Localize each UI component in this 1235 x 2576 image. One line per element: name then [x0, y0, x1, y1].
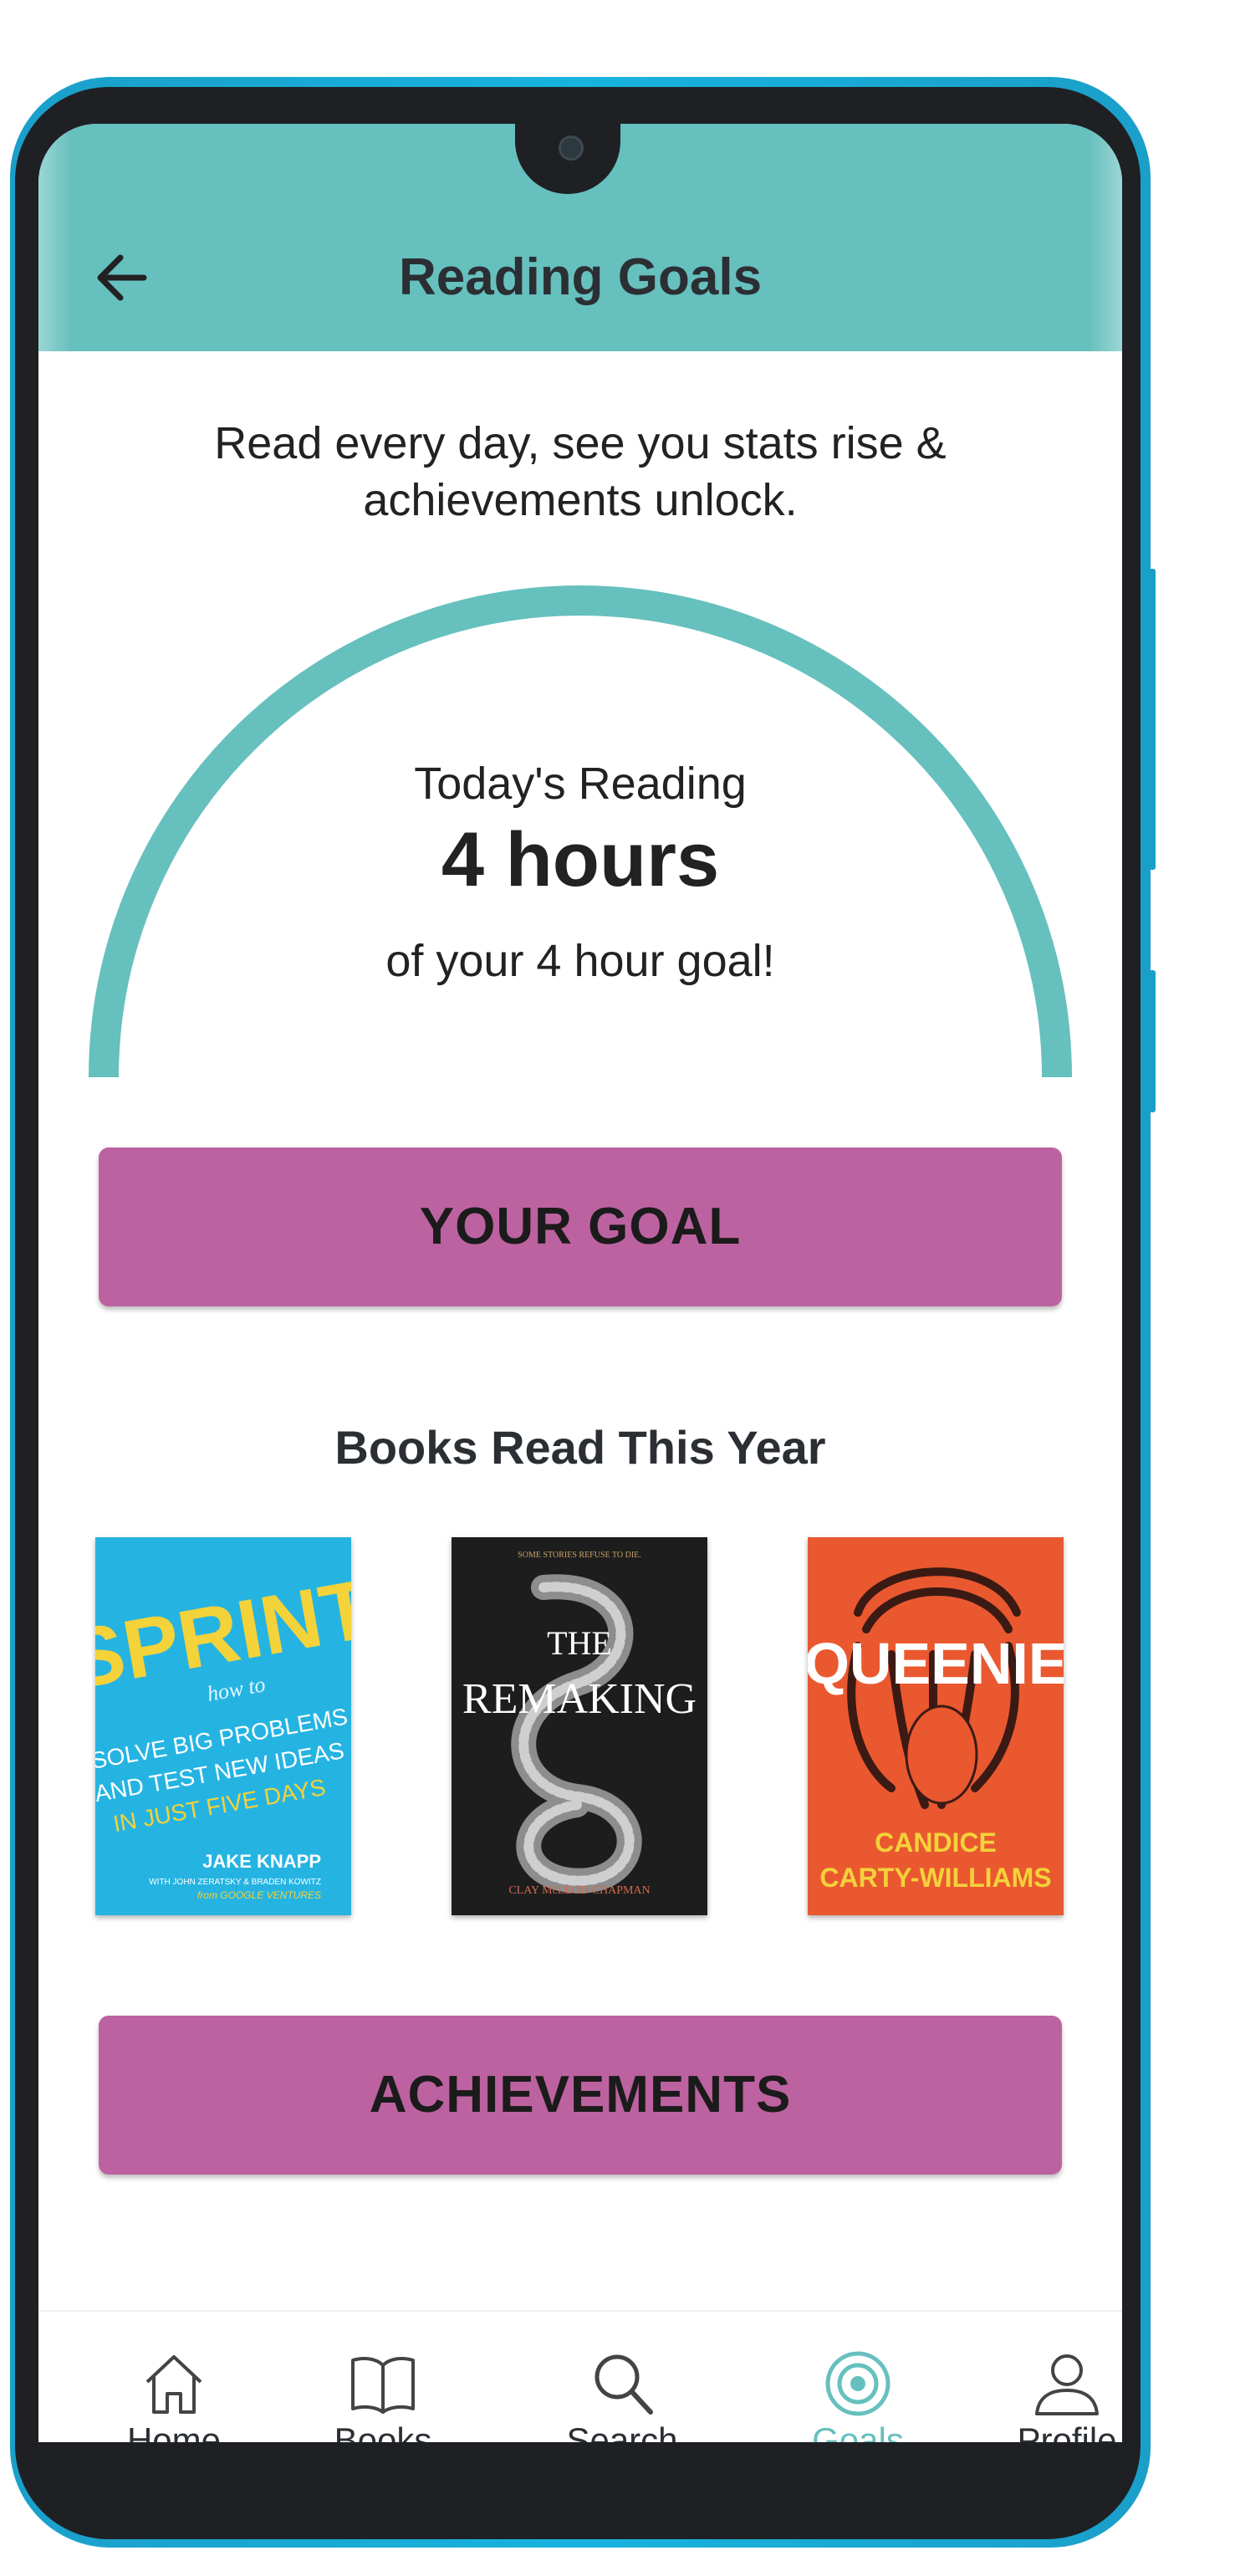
volume-button — [1149, 569, 1156, 870]
book-cover-sprint[interactable]: SPRINT how to SOLVE BIG PROBLEMS AND TES… — [95, 1537, 351, 1915]
target-icon — [825, 2351, 891, 2416]
achievements-button[interactable]: ACHIEVEMENTS — [99, 2016, 1062, 2175]
book-cover-remaking[interactable]: SOME STORIES REFUSE TO DIE. THE REMAKING… — [452, 1537, 707, 1915]
your-goal-button[interactable]: YOUR GOAL — [99, 1147, 1062, 1306]
power-button — [1149, 970, 1156, 1112]
nav-item-goals[interactable]: Goals — [774, 2312, 942, 2442]
nav-label-profile: Profile — [1017, 2420, 1117, 2442]
nav-label-home: Home — [126, 2420, 222, 2442]
svg-text:QUEENIE: QUEENIE — [808, 1631, 1064, 1696]
svg-text:CLAY McLEOD CHAPMAN: CLAY McLEOD CHAPMAN — [508, 1884, 650, 1897]
queenie-cover-art: QUEENIE CANDICE CARTY-WILLIAMS — [808, 1567, 1064, 1893]
reading-hours-value: 4 hours — [441, 817, 720, 902]
nav-item-profile[interactable]: Profile — [983, 2312, 1122, 2442]
nav-item-search[interactable]: Search — [538, 2312, 706, 2442]
svg-text:REMAKING: REMAKING — [462, 1675, 697, 1723]
nav-item-books[interactable]: Books — [299, 2312, 467, 2442]
profile-icon — [1035, 2354, 1099, 2415]
today-reading-label: Today's Reading — [414, 759, 747, 809]
svg-text:THE: THE — [547, 1624, 612, 1662]
remaking-cover-art: SOME STORIES REFUSE TO DIE. THE REMAKING… — [462, 1551, 697, 1897]
search-icon — [595, 2354, 653, 2415]
nav-label-search: Search — [566, 2420, 678, 2442]
svg-text:from GOOGLE VENTURES: from GOOGLE VENTURES — [197, 1889, 321, 1901]
camera-icon — [559, 135, 584, 161]
svg-text:CARTY-WILLIAMS: CARTY-WILLIAMS — [819, 1863, 1051, 1893]
svg-text:CANDICE: CANDICE — [875, 1827, 997, 1858]
intro-text: Read every day, see you stats rise & ach… — [214, 418, 947, 525]
home-icon — [145, 2355, 202, 2414]
nav-label-books: Books — [334, 2420, 432, 2442]
goal-progress-text: of your 4 hour goal! — [385, 936, 775, 986]
svg-text:WITH JOHN ZERATSKY & BRADEN KO: WITH JOHN ZERATSKY & BRADEN KOWITZ — [149, 1878, 321, 1887]
page-title: Reading Goals — [398, 248, 763, 306]
bottom-nav: Home Books Search Goals Profile — [38, 2310, 1122, 2442]
book-cover-queenie[interactable]: QUEENIE CANDICE CARTY-WILLIAMS — [808, 1537, 1064, 1915]
sprint-cover-art: SPRINT how to SOLVE BIG PROBLEMS AND TES… — [95, 1561, 351, 1901]
svg-text:JAKE KNAPP: JAKE KNAPP — [202, 1851, 321, 1872]
app-screen: Reading Goals Read every day, see you st… — [38, 124, 1122, 2442]
nav-label-goals: Goals — [812, 2420, 904, 2442]
books-section-title: Books Read This Year — [334, 1421, 826, 1474]
book-icon — [351, 2357, 415, 2414]
nav-item-home[interactable]: Home — [90, 2312, 258, 2442]
svg-text:SOME STORIES REFUSE TO DIE.: SOME STORIES REFUSE TO DIE. — [518, 1551, 641, 1560]
phone-bottom-bezel — [38, 2442, 1122, 2517]
